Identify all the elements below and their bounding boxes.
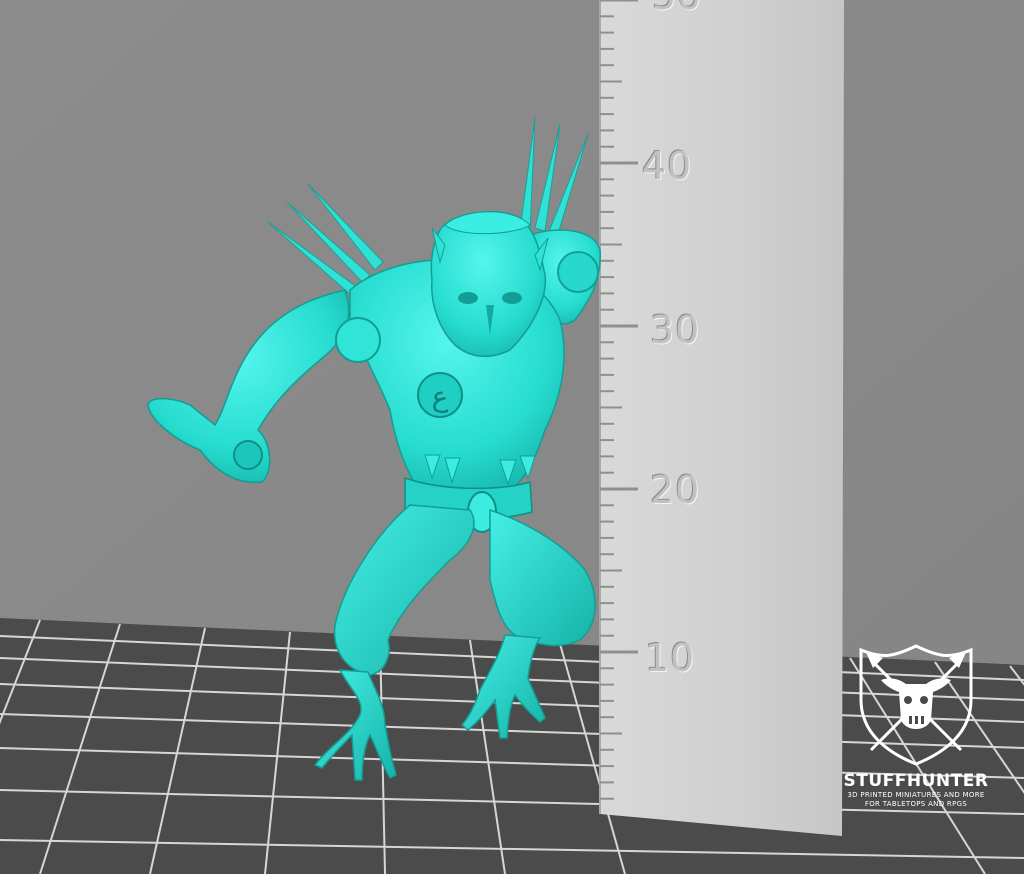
ruler-label-30: 30 [650,308,701,352]
brand-tagline-2: FOR TABLETOPS AND RPGS [864,800,968,808]
chest-emblem-glyph: ع [432,380,449,413]
slicer-viewport[interactable]: ع 50 40 30 20 10 [0,0,1024,874]
stuffhunter-watermark: STUFFHUNTER 3D PRINTED MINIATURES AND MO… [826,640,1006,809]
brand-tagline-1: 3D PRINTED MINIATURES AND MORE [847,791,985,799]
height-ruler [599,0,844,836]
brand-name: STUFFHUNTER [843,771,989,791]
ruler-label-50: 50 [652,0,702,18]
bull-skull-shield-icon [859,644,973,766]
ruler-label-10: 10 [645,636,696,680]
ruler-label-20: 20 [650,468,701,512]
ruler-label-40: 40 [642,144,693,188]
